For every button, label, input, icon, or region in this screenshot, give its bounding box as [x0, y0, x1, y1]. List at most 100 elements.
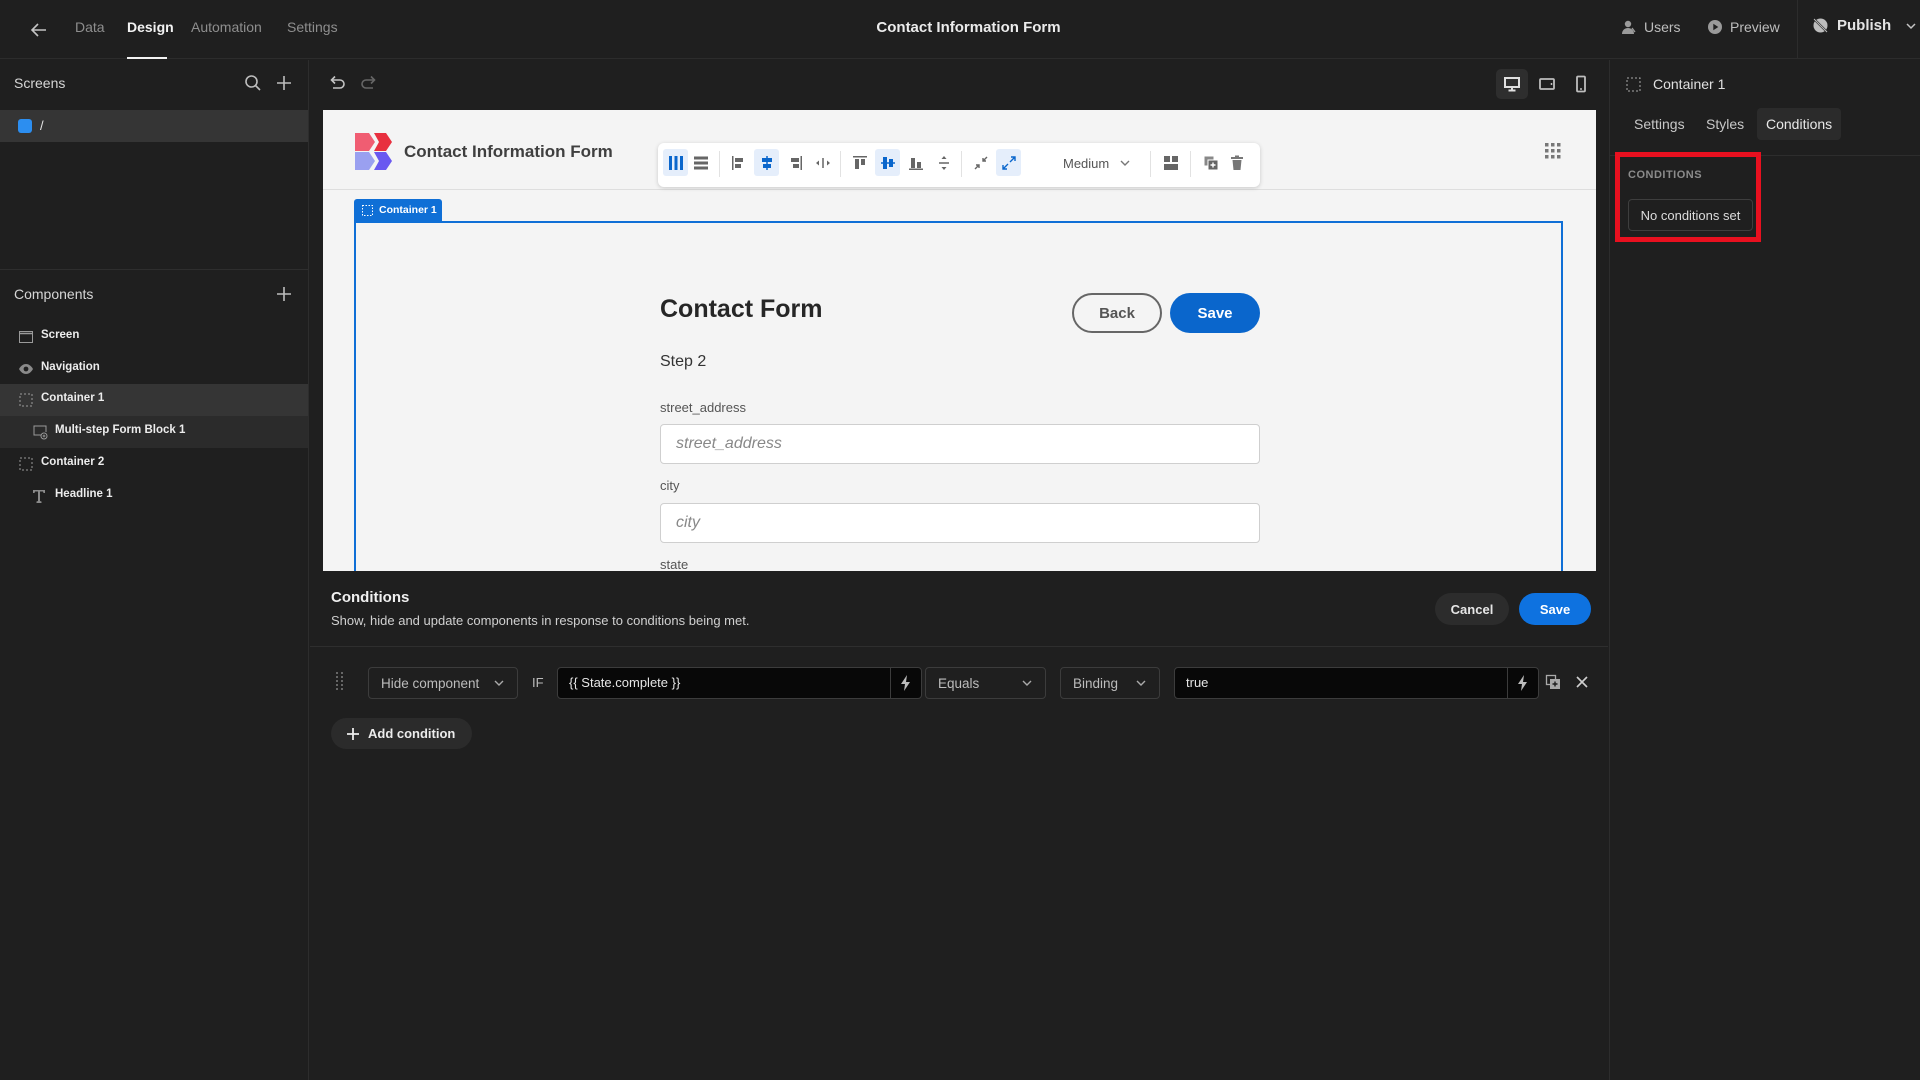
divider — [1190, 151, 1191, 177]
component-item-container-2[interactable]: Container 2 — [0, 448, 308, 480]
undo-icon[interactable] — [326, 72, 348, 94]
layout-rows-icon[interactable] — [688, 149, 713, 176]
add-condition-button[interactable]: Add condition — [331, 718, 472, 749]
align-right-icon[interactable] — [782, 149, 807, 176]
tab-conditions[interactable]: Conditions — [1757, 108, 1842, 140]
preview-button[interactable]: Preview — [1707, 19, 1780, 35]
align-middle-icon[interactable] — [875, 149, 900, 176]
condition-action-select[interactable]: Hide component — [368, 667, 518, 699]
remove-condition-icon[interactable] — [1574, 674, 1592, 692]
design-canvas[interactable]: Contact Information Form Medium Containe… — [323, 110, 1596, 571]
binding-lightning-icon[interactable] — [1507, 668, 1538, 698]
conditions-title: Conditions — [331, 589, 410, 606]
vertical-spacing-icon[interactable] — [931, 149, 956, 176]
size-select-value: Medium — [1063, 155, 1110, 171]
condition-value-type-select[interactable]: Binding — [1060, 667, 1160, 699]
conditions-editor-panel: Conditions Show, hide and update compone… — [310, 571, 1608, 1080]
condition-value-type-value: Binding — [1073, 675, 1119, 691]
screen-icon — [18, 329, 34, 345]
drag-handle-icon[interactable] — [336, 672, 344, 690]
add-screen-icon[interactable] — [274, 73, 296, 95]
components-heading: Components — [14, 286, 94, 302]
form-save-button[interactable]: Save — [1170, 293, 1260, 333]
container-icon — [362, 204, 373, 216]
add-component-icon[interactable] — [274, 284, 296, 306]
tab-styles[interactable]: Styles — [1697, 108, 1753, 140]
city-label: city — [660, 478, 680, 493]
street-address-input[interactable] — [660, 424, 1260, 464]
site-title: Contact Information Form — [404, 142, 613, 161]
tablet-icon — [1538, 75, 1556, 93]
cancel-button[interactable]: Cancel — [1435, 593, 1509, 625]
container-icon — [1626, 77, 1641, 92]
condition-operator-select[interactable]: Equals — [925, 667, 1046, 699]
layout-columns-icon[interactable] — [663, 149, 688, 176]
component-item-multi-step-form-block-1[interactable]: Multi-step Form Block 1 — [0, 416, 308, 448]
shrink-icon[interactable] — [968, 149, 993, 176]
chevron-down-icon — [493, 677, 505, 689]
component-item-container-1[interactable]: Container 1 — [0, 384, 308, 416]
publish-button[interactable]: Publish — [1812, 17, 1917, 34]
expand-icon[interactable] — [996, 149, 1021, 176]
users-button[interactable]: Users — [1621, 19, 1681, 35]
left-panel: Screens / Components Screen Navigation C… — [0, 60, 309, 1080]
redo-icon[interactable] — [358, 72, 380, 94]
container-icon — [18, 456, 34, 472]
space-between-icon[interactable] — [810, 149, 835, 176]
chevron-down-icon — [1135, 677, 1147, 689]
conditions-section-label: CONDITIONS — [1628, 169, 1703, 181]
mobile-icon — [1572, 75, 1590, 93]
tab-settings[interactable]: Settings — [1625, 108, 1694, 140]
align-left-icon[interactable] — [726, 149, 751, 176]
component-toolbar: Medium — [658, 143, 1260, 187]
tablet-view-button[interactable] — [1531, 69, 1563, 99]
grid-menu-icon[interactable] — [1545, 143, 1561, 159]
save-button[interactable]: Save — [1519, 593, 1591, 625]
no-conditions-set-button[interactable]: No conditions set — [1628, 199, 1753, 231]
component-item-navigation[interactable]: Navigation — [0, 353, 308, 385]
size-select[interactable]: Medium — [1063, 149, 1131, 177]
active-tab-indicator — [127, 57, 167, 59]
plus-icon — [346, 727, 360, 741]
condition-action-value: Hide component — [381, 675, 480, 691]
chevron-down-icon[interactable] — [1905, 20, 1917, 32]
form-back-button[interactable]: Back — [1072, 293, 1162, 333]
align-center-icon[interactable] — [754, 149, 779, 176]
condition-left-binding-input[interactable]: {{ State.complete }} — [557, 667, 922, 699]
component-label: Container 2 — [41, 456, 105, 468]
selected-component-label[interactable]: Container 1 — [354, 199, 442, 221]
screen-item-root[interactable]: / — [0, 110, 308, 142]
desktop-icon — [1503, 75, 1521, 93]
divider — [310, 646, 1608, 647]
form-block-icon — [32, 424, 48, 440]
mobile-view-button[interactable] — [1565, 69, 1597, 99]
desktop-view-button[interactable] — [1496, 69, 1528, 99]
selected-component-title: Container 1 — [1653, 76, 1726, 92]
delete-icon[interactable] — [1224, 149, 1249, 176]
city-input[interactable] — [660, 503, 1260, 543]
play-icon — [1707, 19, 1723, 35]
top-bar: Data Design Automation Settings Contact … — [0, 0, 1920, 59]
component-item-screen[interactable]: Screen — [0, 321, 308, 353]
conditions-subtitle: Show, hide and update components in resp… — [331, 613, 750, 628]
align-bottom-icon[interactable] — [903, 149, 928, 176]
component-label: Container 1 — [41, 392, 105, 404]
component-item-headline-1[interactable]: Headline 1 — [0, 480, 308, 512]
binding-lightning-icon[interactable] — [890, 668, 921, 698]
divider — [0, 269, 308, 270]
condition-left-value[interactable]: {{ State.complete }} — [558, 668, 890, 698]
duplicate-condition-icon[interactable] — [1545, 674, 1563, 692]
divider — [1150, 151, 1151, 177]
divider — [719, 151, 720, 177]
align-top-icon[interactable] — [847, 149, 872, 176]
add-condition-label: Add condition — [368, 726, 456, 741]
condition-right-value-input[interactable]: true — [1174, 667, 1539, 699]
divider — [1797, 0, 1798, 59]
duplicate-icon[interactable] — [1198, 149, 1223, 176]
search-icon[interactable] — [243, 73, 265, 95]
state-label: state — [660, 557, 689, 571]
condition-operator-value: Equals — [938, 675, 980, 691]
condition-right-value[interactable]: true — [1175, 668, 1507, 698]
layout-grid-icon[interactable] — [1158, 149, 1183, 176]
right-panel: Container 1 Settings Styles Conditions C… — [1609, 60, 1920, 1080]
